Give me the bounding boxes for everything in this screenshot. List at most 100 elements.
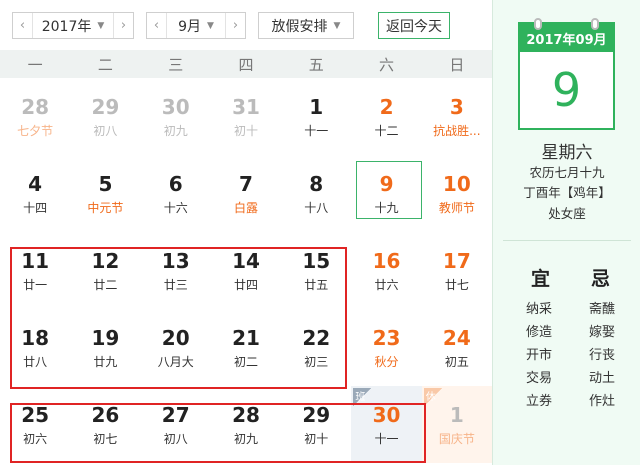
day-number: 6: [168, 171, 183, 196]
calendar-day-cell[interactable]: 4 十四: [0, 155, 70, 232]
calendar-day-cell[interactable]: 14 廿四: [211, 232, 281, 309]
year-dropdown[interactable]: 2017年 ▼: [33, 16, 113, 36]
calendar-day-cell[interactable]: 17 廿七: [422, 232, 492, 309]
calendar-day-cell[interactable]: 15 廿五: [281, 232, 351, 309]
lunar-label: 十一: [374, 431, 399, 446]
day-number: 19: [91, 325, 120, 350]
lunar-label: 廿四: [233, 277, 258, 292]
calendar-day-cell[interactable]: 27 初八: [141, 386, 211, 463]
calendar-week-row: 25 初六 26 初七 27 初八 28 初九 29 初十 班 30 十一 休 1 国庆节: [0, 386, 492, 463]
detail-divider: [503, 240, 631, 241]
calendar-day-cell[interactable]: 19 廿九: [70, 309, 140, 386]
calendar-day-cell[interactable]: 8 十八: [281, 155, 351, 232]
month-dropdown[interactable]: 9月 ▼: [167, 16, 225, 36]
calendar-day-cell[interactable]: 29 初八: [70, 78, 140, 155]
lunar-label: 初十: [304, 431, 329, 446]
yi-item: 立券: [526, 394, 553, 409]
calendar-day-cell[interactable]: 6 十六: [141, 155, 211, 232]
day-number: 20: [161, 325, 190, 350]
calendar-day-cell[interactable]: 29 初十: [281, 386, 351, 463]
calendar-day-cell[interactable]: 21 初二: [211, 309, 281, 386]
calendar-day-cell[interactable]: 12 廿二: [70, 232, 140, 309]
lunar-label: 初五: [444, 354, 469, 369]
day-number: 29: [302, 402, 331, 427]
calendar-day-cell[interactable]: 18 廿八: [0, 309, 70, 386]
calendar-day-cell[interactable]: 班 30 十一: [351, 386, 422, 463]
lunar-label: 十八: [304, 200, 329, 215]
lunar-label: 廿一: [23, 277, 48, 292]
calendar-day-cell[interactable]: 26 初七: [70, 386, 140, 463]
calendar-day-cell[interactable]: 22 初三: [281, 309, 351, 386]
day-number: 7: [239, 171, 253, 196]
calendar-day-cell[interactable]: 25 初六: [0, 386, 70, 463]
day-number: 11: [21, 248, 50, 273]
ji-item: 动土: [589, 371, 616, 386]
weekday-label: 日: [449, 55, 465, 74]
chevron-down-icon: ▼: [333, 20, 341, 31]
ji-title: 忌: [591, 268, 611, 290]
ji-item: 嫁娶: [589, 325, 616, 340]
lunar-label: 廿八: [23, 354, 48, 369]
holiday-dropdown-content: 放假安排 ▼: [259, 16, 353, 36]
lunar-label: 廿五: [304, 277, 329, 292]
calendar-day-cell[interactable]: 28 初九: [211, 386, 281, 463]
next-month-icon[interactable]: ›: [225, 13, 245, 38]
calendar-day-cell[interactable]: 23 秋分: [351, 309, 421, 386]
month-selector[interactable]: ‹ 9月 ▼ ›: [146, 12, 246, 39]
day-number: 30: [372, 402, 401, 427]
chevron-down-icon: ▼: [207, 20, 214, 31]
calendar-day-cell[interactable]: 休 1 国庆节: [421, 386, 492, 463]
year-selector[interactable]: ‹ 2017年 ▼ ›: [12, 12, 134, 39]
workday-badge: 班: [353, 388, 372, 406]
calendar-day-cell[interactable]: 28 七夕节: [0, 78, 70, 155]
prev-year-icon[interactable]: ‹: [13, 13, 33, 38]
chevron-down-icon: ▼: [97, 20, 105, 31]
calendar-day-cell[interactable]: 1 十一: [281, 78, 351, 155]
selected-day-outline: [356, 161, 422, 219]
lunar-label: 廿六: [374, 277, 399, 292]
calendar-day-cell[interactable]: 16 廿六: [351, 232, 421, 309]
calendar-day-cell[interactable]: 11 廿一: [0, 232, 70, 309]
calendar-day-cell[interactable]: 5 中元节: [70, 155, 140, 232]
day-number: 1: [309, 94, 324, 119]
holiday-dropdown[interactable]: 放假安排 ▼: [258, 12, 354, 39]
next-year-icon[interactable]: ›: [113, 13, 133, 38]
lunar-label: 中元节: [87, 200, 124, 215]
day-number: 30: [161, 94, 190, 119]
day-number: 16: [372, 248, 401, 273]
lunar-label: 初八: [163, 431, 188, 446]
lunar-label: 十六: [163, 200, 188, 215]
calendar-day-cell[interactable]: 7 白露: [211, 155, 281, 232]
calendar-day-cell[interactable]: 3 抗战胜...: [422, 78, 492, 155]
calendar-day-cell[interactable]: 13 廿三: [141, 232, 211, 309]
calendar-day-cell[interactable]: 20 八月大: [141, 309, 211, 386]
lunar-label: 十一: [304, 123, 329, 138]
prev-month-icon[interactable]: ‹: [147, 13, 167, 38]
lunar-label: 七夕节: [17, 123, 54, 138]
yi-item: 修造: [526, 325, 553, 340]
day-number: 14: [232, 248, 260, 273]
day-number: 1: [449, 402, 464, 427]
yi-item: 交易: [526, 371, 553, 386]
yi-title: 宜: [531, 268, 551, 290]
calendar-day-cell[interactable]: 30 初九: [141, 78, 211, 155]
detail-ganzhi-year: 丁酉年【鸡年】: [523, 185, 611, 200]
day-number: 29: [91, 94, 120, 119]
binder-ring-icon: [534, 18, 542, 30]
day-number: 28: [232, 402, 260, 427]
calendar-day-cell[interactable]: 31 初十: [211, 78, 281, 155]
day-number: 26: [91, 402, 120, 427]
date-card-day: 9: [551, 63, 582, 117]
back-to-today-button[interactable]: 返回今天: [378, 12, 450, 39]
calendar-day-cell[interactable]: 2 十二: [351, 78, 421, 155]
ji-item: 斋醮: [589, 302, 616, 317]
day-number: 13: [161, 248, 190, 273]
day-number: 8: [309, 171, 324, 196]
weekday-header: 一 二 三 四 五 六 日: [0, 50, 492, 78]
lunar-label: 廿七: [444, 277, 469, 292]
lunar-label: 初八: [93, 123, 118, 138]
binder-ring-icon: [591, 18, 599, 30]
calendar-day-cell[interactable]: 24 初五: [422, 309, 492, 386]
lunar-label: 初九: [163, 123, 188, 138]
calendar-day-cell[interactable]: 10 教师节: [422, 155, 492, 232]
